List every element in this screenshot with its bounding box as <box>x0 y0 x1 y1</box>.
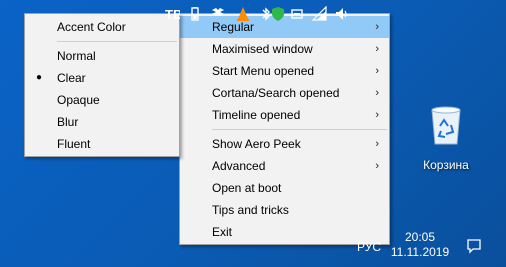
network-icon[interactable] <box>312 6 328 22</box>
menu-item-label: Regular <box>212 20 255 34</box>
menu-item-label: Tips and tricks <box>212 203 289 217</box>
submenu-item-opaque[interactable]: Opaque <box>25 89 179 111</box>
accent-color-submenu: Accent Color Normal ● Clear Opaque Blur … <box>24 13 180 157</box>
chevron-right-icon: › <box>375 43 379 55</box>
chevron-right-icon: › <box>375 160 379 172</box>
menu-item-advanced[interactable]: Advanced › <box>180 155 389 177</box>
menu-item-label: Timeline opened <box>212 108 301 122</box>
recycle-bin-shortcut[interactable]: Корзина <box>418 104 474 172</box>
menu-item-timeline-opened[interactable]: Timeline opened › <box>180 104 389 126</box>
recycle-bin-label: Корзина <box>423 158 469 172</box>
translucenttb-context-menu: Regular › Maximised window › Start Menu … <box>179 13 390 245</box>
menu-item-label: Clear <box>57 71 86 85</box>
menu-item-open-at-boot[interactable]: Open at boot <box>180 177 389 199</box>
taskbar-clock[interactable]: 20:05 11.11.2019 <box>390 230 450 260</box>
vlc-icon[interactable] <box>235 6 251 22</box>
menu-separator <box>212 129 387 130</box>
submenu-item-normal[interactable]: Normal <box>25 45 179 67</box>
menu-item-maximised-window[interactable]: Maximised window › <box>180 38 389 60</box>
shield-icon[interactable] <box>270 6 286 22</box>
action-center-icon[interactable] <box>466 238 482 254</box>
menu-item-label: Blur <box>57 115 79 129</box>
menu-item-label: Show Aero Peek <box>212 137 301 151</box>
menu-item-tips-and-tricks[interactable]: Tips and tricks <box>180 199 389 221</box>
recycle-bin-icon <box>431 106 461 145</box>
submenu-item-clear[interactable]: ● Clear <box>25 67 179 89</box>
menu-item-label: Fluent <box>57 137 91 151</box>
input-language-indicator[interactable]: РУС <box>357 240 381 254</box>
menu-item-show-aero-peek[interactable]: Show Aero Peek › <box>180 133 389 155</box>
volume-icon[interactable] <box>334 6 350 22</box>
clock-date: 11.11.2019 <box>390 245 450 259</box>
menu-item-label: Start Menu opened <box>212 64 315 78</box>
menu-item-label: Opaque <box>57 93 100 107</box>
menu-item-label: Accent Color <box>57 20 126 34</box>
menu-item-label: Open at boot <box>212 181 282 195</box>
dropbox-icon[interactable] <box>210 6 226 22</box>
translucenttb-icon[interactable]: TB <box>164 6 180 22</box>
svg-text:TB: TB <box>165 7 180 22</box>
chevron-right-icon: › <box>375 21 379 33</box>
menu-item-label: Maximised window <box>212 42 313 56</box>
radio-bullet-icon: ● <box>36 72 43 83</box>
menu-item-start-menu-opened[interactable]: Start Menu opened › <box>180 60 389 82</box>
menu-item-cortana-search-opened[interactable]: Cortana/Search opened › <box>180 82 389 104</box>
usb-icon[interactable] <box>289 6 305 22</box>
menu-item-label: Cortana/Search opened <box>212 86 340 100</box>
submenu-item-fluent[interactable]: Fluent <box>25 133 179 155</box>
clock-time: 20:05 <box>404 230 436 244</box>
menu-item-label: Normal <box>57 49 96 63</box>
chevron-right-icon: › <box>375 87 379 99</box>
menu-item-label: Advanced <box>212 159 266 173</box>
submenu-item-blur[interactable]: Blur <box>25 111 179 133</box>
battery-icon[interactable] <box>187 6 203 22</box>
chevron-right-icon: › <box>375 65 379 77</box>
submenu-header-accent-color[interactable]: Accent Color <box>25 16 179 38</box>
chevron-right-icon: › <box>375 109 379 121</box>
chevron-right-icon: › <box>375 138 379 150</box>
menu-separator <box>57 41 177 42</box>
